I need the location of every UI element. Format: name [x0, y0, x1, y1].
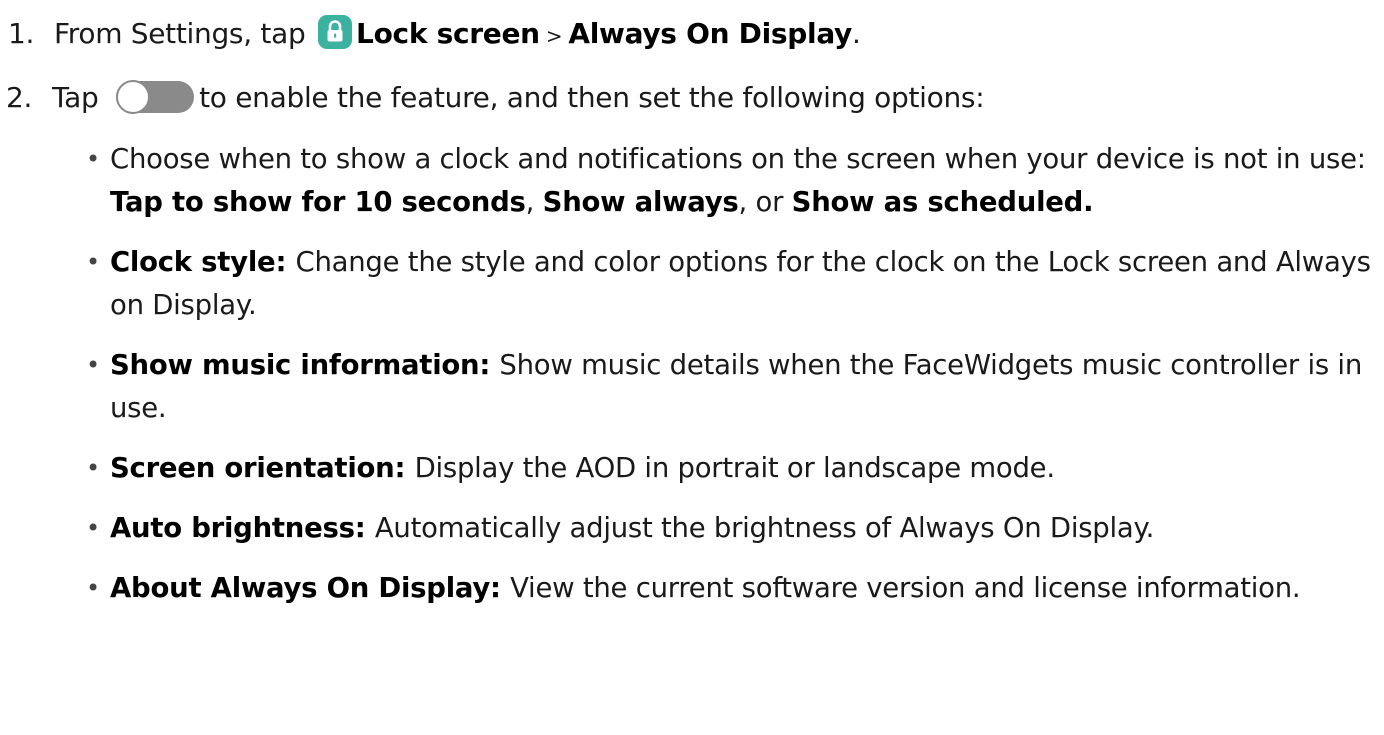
bullet-dot: • [86, 248, 100, 276]
step-text-rest: to enable the feature, and then set the … [199, 81, 985, 114]
list-item: • Clock style: Change the style and colo… [84, 241, 1374, 327]
bullet-dot: • [86, 454, 100, 482]
term-colon: : [275, 246, 296, 278]
option-tap-to-show: Tap to show for 10 seconds [110, 186, 526, 218]
step-end: . [852, 17, 861, 50]
option-term: Screen orientation [110, 452, 395, 484]
bullet-dot: • [86, 514, 100, 542]
option-term: About Always On Display [110, 572, 491, 604]
list-item: • Choose when to show a clock and notifi… [84, 138, 1374, 224]
option-description: Automatically adjust the brightness of A… [374, 512, 1155, 544]
option-show-as-scheduled: Show as scheduled [791, 186, 1084, 218]
list-item: • Show music information: Show music det… [84, 344, 1374, 430]
lock-icon [318, 15, 353, 49]
option-term: Show music information [110, 349, 480, 381]
option-show-always: Show always [542, 186, 739, 218]
item-end: . [1083, 186, 1094, 218]
option-description: Change the style and color options for t… [110, 246, 1371, 321]
lock-screen-label: Lock screen [356, 17, 540, 50]
bullet-dot: • [86, 145, 100, 173]
term-colon: : [354, 512, 375, 544]
term-colon: : [479, 349, 500, 381]
list-item: • Auto brightness: Automatically adjust … [84, 507, 1374, 550]
instructions-page: 1. From Settings, tap Lock screen > Alway… [0, 0, 1384, 735]
list-item: • About Always On Display: View the curr… [84, 567, 1374, 610]
term-colon: : [394, 452, 415, 484]
step-number: 2. [6, 81, 33, 114]
option-description: Display the AOD in portrait or landscape… [414, 452, 1056, 484]
list-item: • Screen orientation: Display the AOD in… [84, 447, 1374, 490]
option-term: Auto brightness [110, 512, 355, 544]
step-text: Tap [52, 81, 99, 114]
option-description: View the current software version and li… [510, 572, 1301, 604]
always-on-display-label: Always On Display [568, 17, 853, 50]
term-colon: : [490, 572, 511, 604]
bullet-dot: • [86, 574, 100, 602]
step-number: 1. [8, 17, 35, 50]
toggle-icon [115, 80, 195, 114]
step-1: 1. From Settings, tap Lock screen > Alway… [8, 15, 861, 55]
item-text: , [525, 186, 543, 218]
step-2: 2. Tap to enable the feature, and then se… [6, 79, 985, 117]
options-list: • Choose when to show a clock and notifi… [84, 138, 1374, 627]
path-separator: > [539, 24, 569, 48]
step-text: From Settings, tap [54, 17, 306, 50]
bullet-dot: • [86, 351, 100, 379]
option-term: Clock style [110, 246, 276, 278]
item-text: , or [738, 186, 792, 218]
item-text: Choose when to show a clock and notifica… [110, 143, 1366, 175]
